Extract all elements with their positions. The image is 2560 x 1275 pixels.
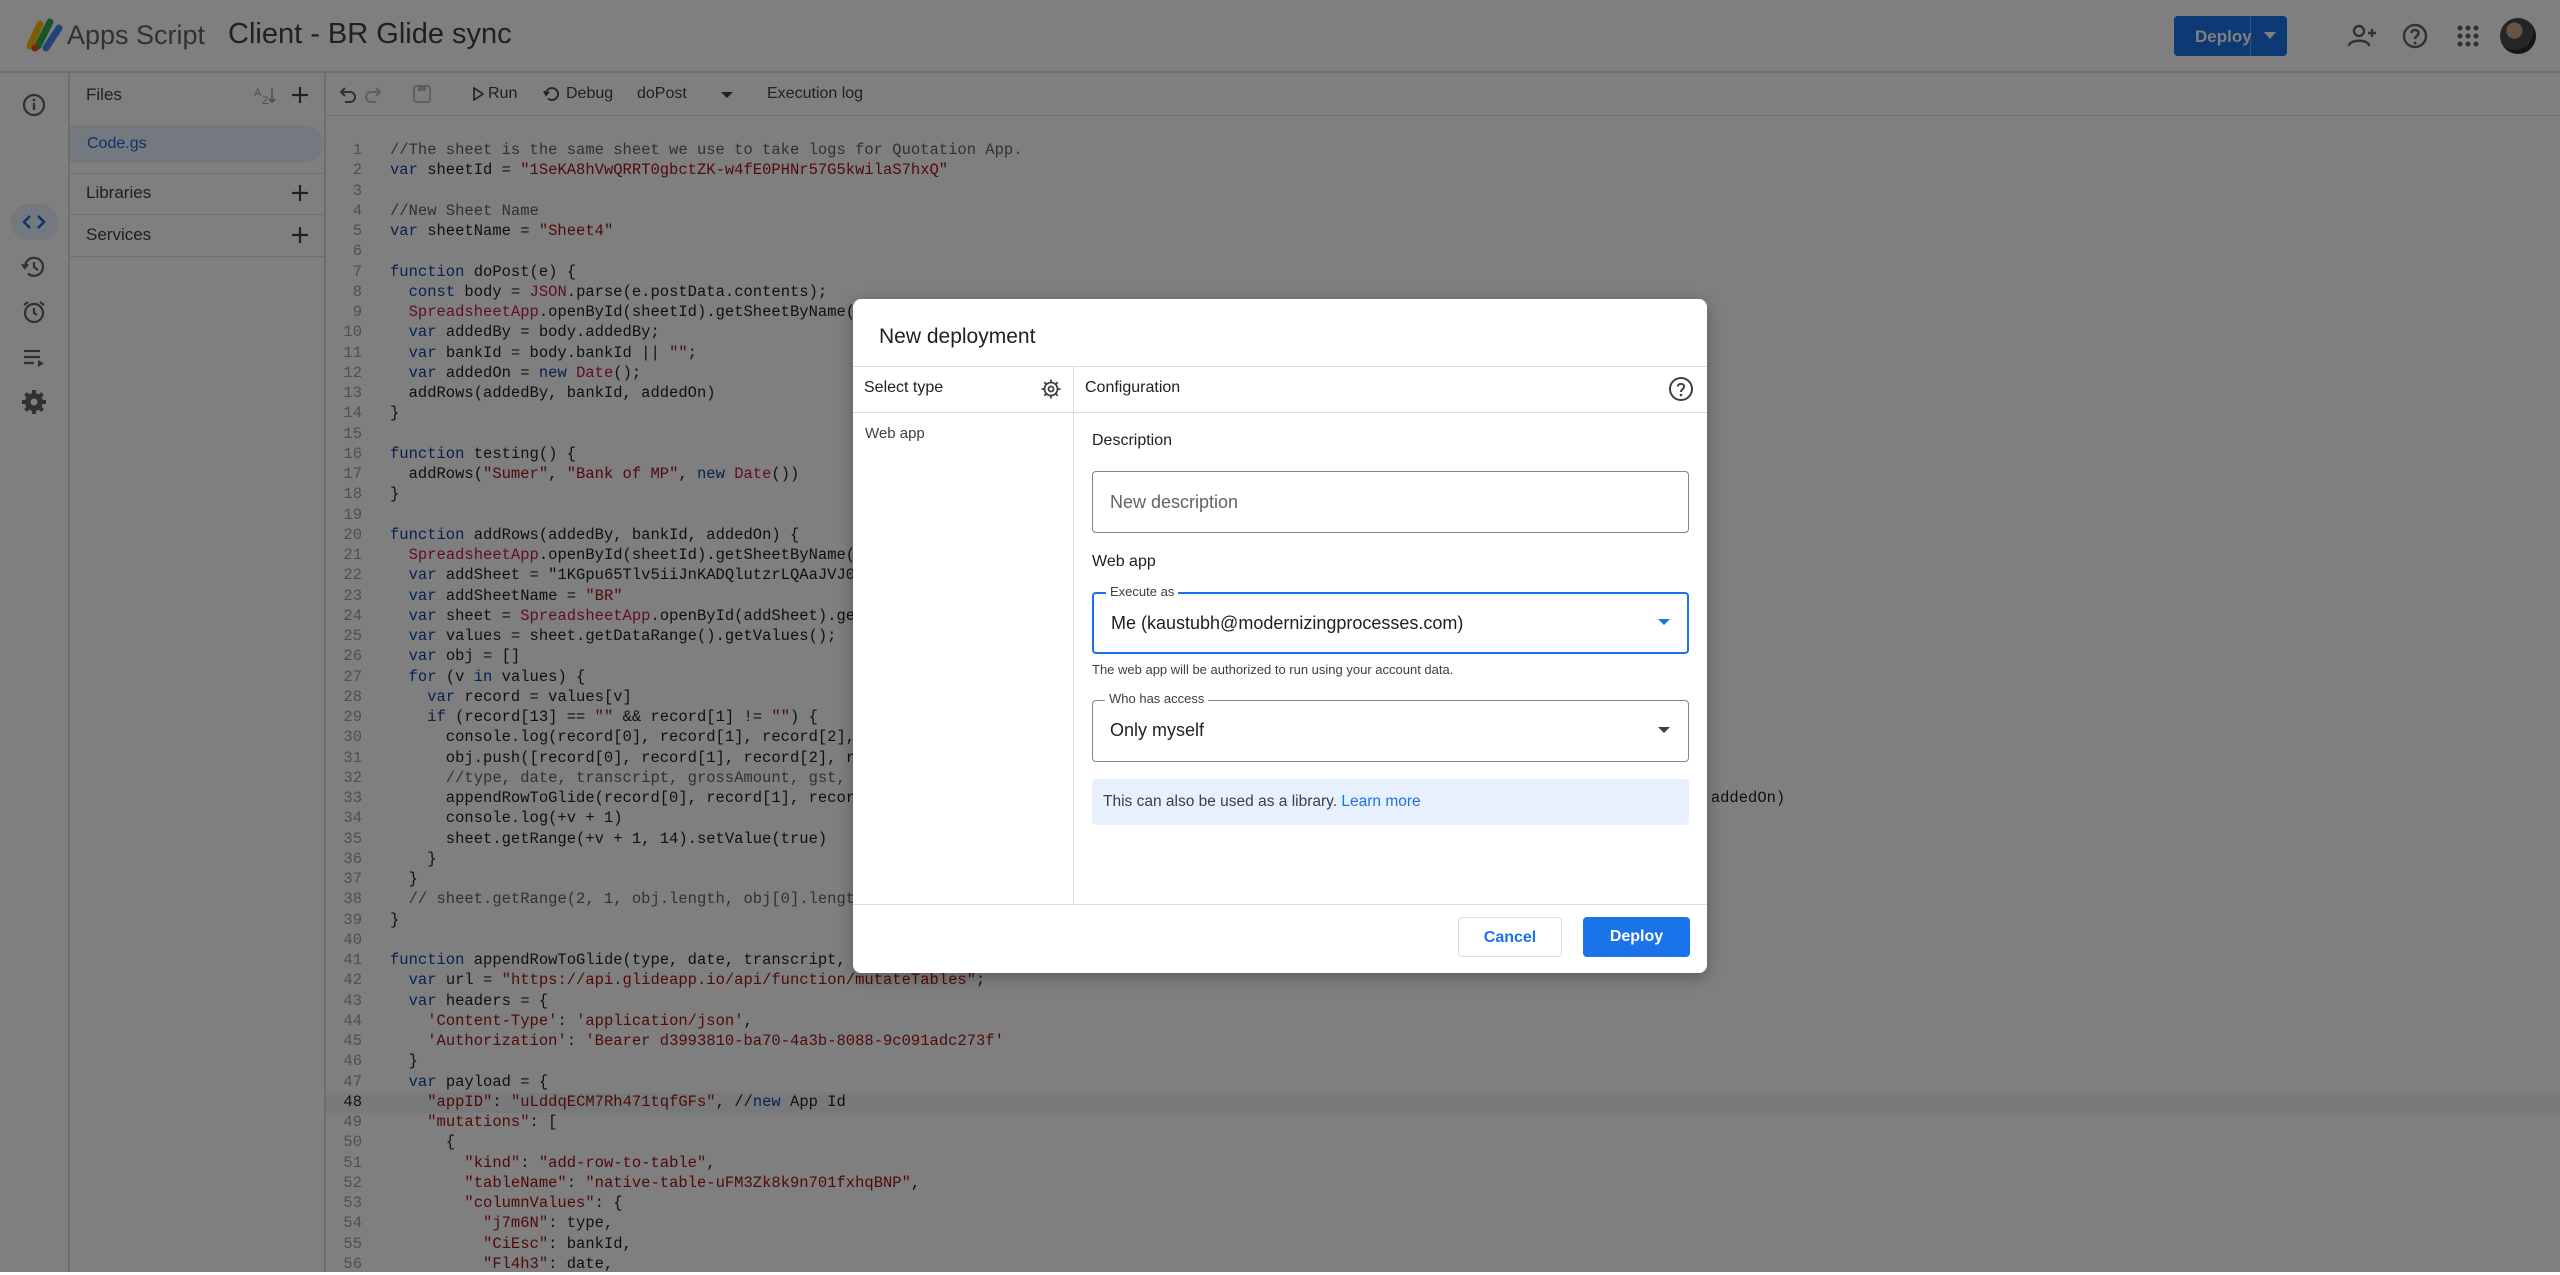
new-deployment-dialog: New deployment Select type Configuration… [853,299,1707,973]
description-label: Description [1092,432,1173,449]
deploy-confirm-button[interactable]: Deploy [1583,917,1690,957]
who-has-access-value: Only myself [1110,720,1205,740]
gear-icon[interactable] [1040,378,1062,400]
deployment-type-web-app[interactable]: Web app [865,425,925,442]
library-info-text: This can also be used as a library. Lear… [1103,793,1421,811]
deploy-label: Deploy [1609,928,1664,945]
learn-more-link[interactable]: Learn more [1341,793,1420,810]
execute-as-select[interactable]: Execute as Me (kaustubh@modernizingproce… [1092,584,1689,654]
dropdown-arrow-icon [1658,619,1670,625]
who-has-access-label: Who has access [1105,691,1209,706]
execute-as-label: Execute as [1106,584,1179,599]
library-info-banner: This can also be used as a library. Lear… [1092,779,1689,825]
execute-as-helper-text: The web app will be authorized to run us… [1092,662,1454,677]
cancel-label: Cancel [1483,929,1537,946]
select-type-heading: Select type [864,379,944,396]
info-text: This can also be used as a library. [1103,793,1338,810]
divider [853,904,1707,905]
execute-as-value: Me (kaustubh@modernizingprocesses.com) [1111,613,1464,633]
who-has-access-select[interactable]: Who has access Only myself [1092,691,1689,762]
configuration-heading: Configuration [1085,379,1181,396]
cancel-button[interactable]: Cancel [1458,917,1562,957]
web-app-section-label: Web app [1092,553,1156,570]
dropdown-arrow-icon [1658,727,1670,733]
description-input[interactable]: New description [1092,471,1689,533]
column-divider [1073,366,1074,904]
description-placeholder: New description [1110,492,1239,512]
dialog-title: New deployment [879,325,1036,348]
help-icon[interactable] [1668,376,1694,402]
divider [853,366,1707,367]
divider [853,412,1707,413]
